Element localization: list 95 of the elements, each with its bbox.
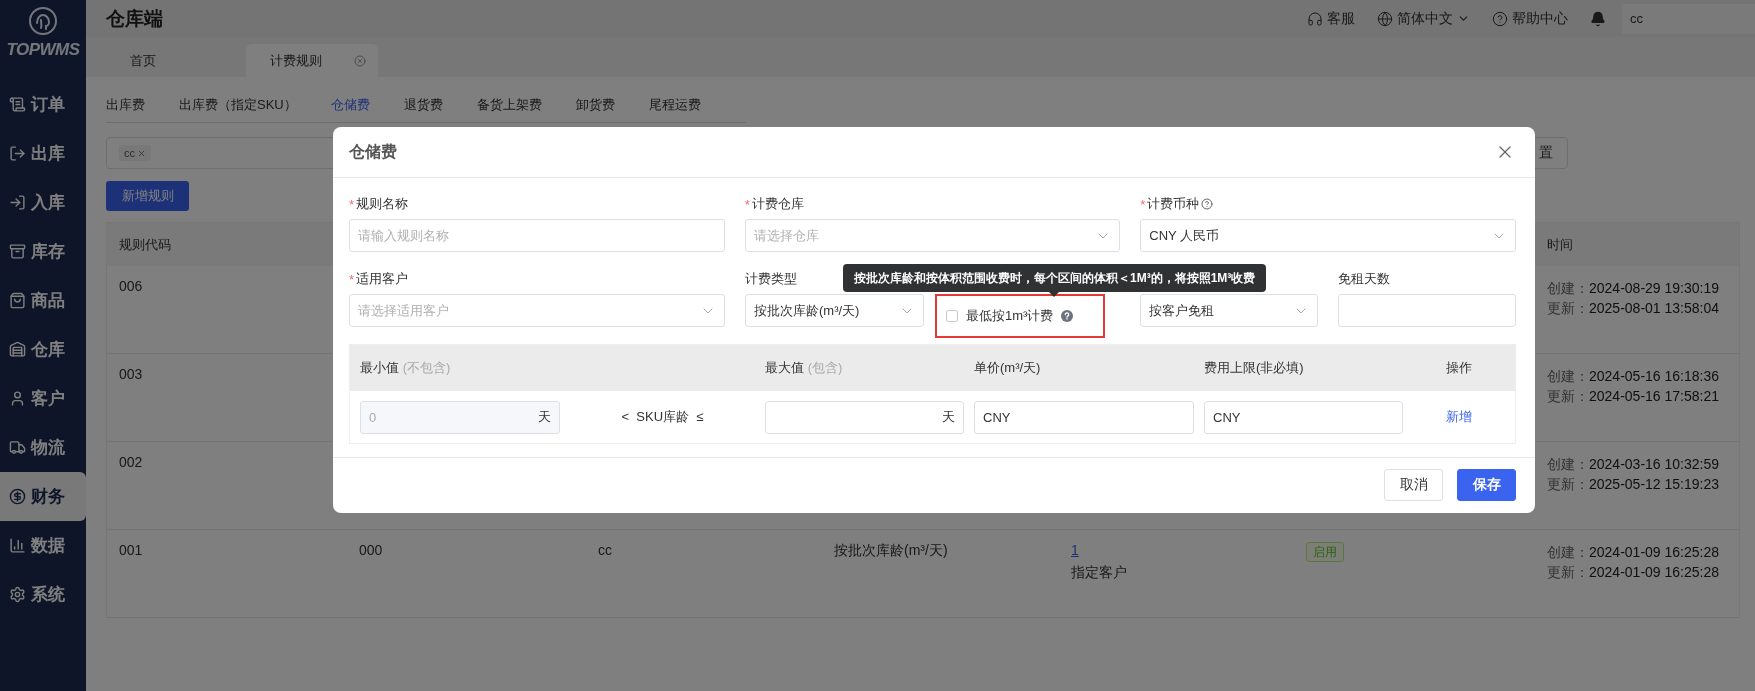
bag-icon <box>9 292 26 309</box>
timestamp: 创建：2024-03-16 10:32:59 <box>1547 455 1719 474</box>
timestamp: 更新：2024-01-09 16:25:28 <box>1547 563 1719 582</box>
sidebar-item[interactable]: 订单 <box>0 80 86 129</box>
fee-tab[interactable]: 出库费 <box>106 96 145 114</box>
sidebar-item[interactable]: 物流 <box>0 423 86 472</box>
sidebar-item[interactable]: 系统 <box>0 570 86 619</box>
sidebar-item[interactable]: 仓库 <box>0 325 86 374</box>
coin-icon <box>9 488 26 505</box>
add-rule-button[interactable]: 新增规则 <box>106 181 189 211</box>
sidebar-item[interactable]: 入库 <box>0 178 86 227</box>
header-link[interactable]: 帮助中心 <box>1492 9 1568 28</box>
fee-tab[interactable]: 备货上架费 <box>476 96 542 114</box>
table-cell-text: 000 <box>358 542 384 558</box>
field-label: *规则名称 <box>349 196 409 212</box>
relation-text: < SKU库龄 ≤ <box>620 408 705 426</box>
filter-tag: cc <box>119 145 151 161</box>
input-field[interactable]: CNY <box>974 400 1194 434</box>
archive-icon <box>9 243 26 260</box>
select-field[interactable]: 请选择适用客户 <box>349 294 725 327</box>
column-header: 规则代码 <box>118 235 172 254</box>
checkbox-label[interactable]: 最低按1m³计费 <box>966 307 1054 325</box>
sidebar-item[interactable]: 客户 <box>0 374 86 423</box>
field-label: 免租天数 <box>1338 271 1390 287</box>
input-field[interactable]: 天 <box>765 400 964 434</box>
table-cell-text: 003 <box>118 366 144 382</box>
table-cell-text: 按批次库龄(m³/天) <box>833 542 949 560</box>
fee-tab[interactable]: 仓储费 <box>330 96 370 114</box>
input-field[interactable]: CNY <box>1204 400 1403 434</box>
search-field[interactable]: cc <box>1622 3 1755 34</box>
table-cell-text: 006 <box>118 278 144 294</box>
help-icon[interactable] <box>1201 198 1214 210</box>
document-icon <box>9 96 26 113</box>
bar-chart-icon <box>9 537 26 554</box>
fee-tab[interactable]: 尾程运费 <box>648 96 701 114</box>
field-label: *计费仓库 <box>744 196 804 212</box>
column-header: 时间 <box>1546 235 1574 254</box>
select-field[interactable]: 按批次库龄(m³/天) <box>745 294 924 327</box>
close-icon[interactable] <box>137 148 146 158</box>
column-header: 操作 <box>1445 359 1473 377</box>
add-link[interactable]: 新增 <box>1413 408 1505 426</box>
sidebar-item[interactable]: 库存 <box>0 227 86 276</box>
sidebar-item[interactable]: 财务 <box>0 472 86 521</box>
globe-icon <box>1377 10 1393 27</box>
select-field[interactable]: 请选择仓库 <box>744 219 1121 252</box>
fee-tab[interactable]: 退货费 <box>403 96 443 114</box>
field-label: 计费类型 <box>745 271 797 287</box>
column-header: 最大值 (包含) <box>765 359 844 377</box>
page-tab[interactable]: 首页 <box>106 44 230 77</box>
fee-tab[interactable]: 出库费（指定SKU） <box>179 96 297 114</box>
fee-tab[interactable]: 卸货费 <box>575 96 615 114</box>
count-link[interactable]: 1 <box>1071 542 1079 558</box>
app-title: 仓库端 <box>106 6 163 31</box>
user-icon <box>9 390 26 407</box>
enter-icon <box>9 194 26 211</box>
warehouse-icon <box>9 341 26 358</box>
dialog-title: 仓储费 <box>349 141 397 162</box>
exit-icon <box>9 145 26 162</box>
header-link[interactable]: 简体中文 <box>1377 9 1470 28</box>
checkbox[interactable] <box>946 310 958 322</box>
column-header: 最小值 (不包含) <box>360 359 452 377</box>
sidebar-item[interactable]: 数据 <box>0 521 86 570</box>
timestamp: 更新：2024-05-16 17:58:21 <box>1547 387 1719 406</box>
timestamp: 更新：2025-05-12 15:19:23 <box>1547 475 1719 494</box>
timestamp: 更新：2025-08-01 13:58:04 <box>1547 299 1719 318</box>
bell-icon[interactable] <box>1590 10 1606 27</box>
secondary-button[interactable]: 取消 <box>1384 469 1443 501</box>
timestamp: 创建：2024-08-29 19:30:19 <box>1547 279 1719 298</box>
column-header: 单价(m³/天) <box>974 359 1042 377</box>
field-label: *计费币种 <box>1140 196 1214 212</box>
select-field[interactable]: 按客户免租 <box>1140 294 1318 327</box>
header-link[interactable]: 客服 <box>1307 9 1355 28</box>
logo-text: TOPWMS <box>6 40 80 60</box>
table-cell: 指定客户 <box>1071 564 1127 582</box>
tooltip-arrow <box>1049 292 1059 297</box>
timestamp: 创建：2024-05-16 16:18:36 <box>1547 367 1719 386</box>
table-cell-text: cc <box>597 542 613 558</box>
input-field[interactable] <box>1338 294 1516 327</box>
sidebar-item[interactable]: 商品 <box>0 276 86 325</box>
field-label: *适用客户 <box>349 271 409 287</box>
column-header: 费用上限(非必填) <box>1204 359 1305 377</box>
settings-icon <box>9 586 26 603</box>
truck-icon <box>9 439 26 456</box>
select-field[interactable]: CNY 人民币 <box>1140 219 1516 252</box>
help-icon <box>1492 10 1508 27</box>
page-tab[interactable]: 计费规则 <box>246 44 378 77</box>
status-badge: 启用 <box>1306 542 1344 562</box>
timestamp: 创建：2024-01-09 16:25:28 <box>1547 543 1719 562</box>
headset-icon <box>1307 10 1323 27</box>
help-icon[interactable] <box>1061 310 1074 322</box>
table-cell-text: 001 <box>118 542 144 558</box>
sidebar-item[interactable]: 出库 <box>0 129 86 178</box>
primary-button[interactable]: 保存 <box>1457 469 1516 501</box>
input-field[interactable]: 请输入规则名称 <box>349 219 725 252</box>
table-cell-text: 002 <box>118 454 144 470</box>
